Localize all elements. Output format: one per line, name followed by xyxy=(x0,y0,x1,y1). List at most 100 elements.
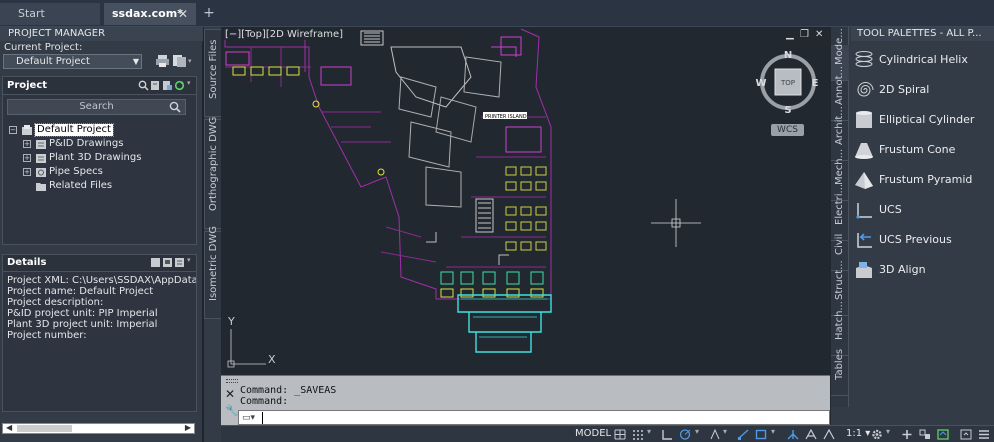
snap-icon[interactable] xyxy=(632,429,644,440)
annotation-scale-icon[interactable] xyxy=(823,429,835,440)
isolate-objects-icon[interactable] xyxy=(919,429,931,440)
tree-item-plant-3d-drawings[interactable]: + Plant 3D Drawings xyxy=(23,152,183,164)
object-snap-dropdown-icon[interactable]: ▾ xyxy=(771,427,783,438)
plus-icon[interactable] xyxy=(901,429,913,440)
current-project-dropdown[interactable]: Default Project ▼ xyxy=(3,54,142,69)
interior-wall xyxy=(321,111,391,143)
print-icon[interactable] xyxy=(155,53,170,68)
grid-icon[interactable] xyxy=(614,429,626,440)
gear-icon[interactable] xyxy=(871,429,883,440)
object-snap-tracking-icon[interactable] xyxy=(737,429,749,440)
expand-icon[interactable]: + xyxy=(23,168,31,176)
details-preview-icon[interactable] xyxy=(162,257,173,268)
details-body: Project XML: C:\Users\SSDAX\AppData\Roa … xyxy=(3,273,196,387)
restore-icon[interactable]: ❐ xyxy=(800,29,809,40)
command-input[interactable]: ▭▾ xyxy=(238,410,830,425)
expand-icon[interactable]: + xyxy=(23,154,31,162)
publish-icon[interactable] xyxy=(172,53,187,68)
tree-label: Related Files xyxy=(49,180,113,191)
core-block xyxy=(435,96,477,143)
tab-source-files[interactable]: Source Files xyxy=(204,29,222,117)
details-history-icon[interactable] xyxy=(174,257,185,268)
hamburger-menu-icon[interactable] xyxy=(978,429,990,440)
tool-frustum-cone[interactable]: Frustum Cone xyxy=(851,137,991,163)
close-tab-icon[interactable]: ✕ xyxy=(176,3,190,25)
current-project-label: Current Project: xyxy=(4,42,83,53)
tool-3d-align[interactable]: 3D Align xyxy=(851,257,991,283)
search-icon[interactable] xyxy=(169,101,181,113)
compass-east: E xyxy=(812,78,819,89)
tool-label: UCS Previous xyxy=(879,233,952,246)
compass-north: N xyxy=(784,50,792,61)
isodraft-dropdown-icon[interactable]: ▾ xyxy=(723,427,735,438)
tool-elliptical-cylinder[interactable]: Elliptical Cylinder xyxy=(851,107,991,133)
hardware-acceleration-icon[interactable] xyxy=(937,429,949,440)
horizontal-scrollbar[interactable]: ◀ ▶ xyxy=(2,423,195,434)
details-view-icon[interactable] xyxy=(150,257,161,268)
tool-label: Frustum Cone xyxy=(879,143,956,156)
search-input[interactable]: Search xyxy=(7,99,186,115)
cone-icon xyxy=(855,143,873,159)
object-snap-icon[interactable] xyxy=(755,429,767,440)
ortho-icon[interactable] xyxy=(661,429,673,440)
project-folder-icon xyxy=(22,125,32,135)
text-caret xyxy=(262,412,263,424)
palette-tab-tables[interactable]: Tables xyxy=(831,349,849,396)
command-prompt-icon[interactable]: ▭▾ xyxy=(242,413,255,423)
drawing-canvas[interactable]: PRINTER ISLAND Y X xyxy=(221,27,831,375)
panel-menu-icon[interactable]: ▾ xyxy=(187,79,198,90)
close-icon[interactable]: ✕ xyxy=(225,387,235,401)
ucs-previous-icon xyxy=(857,233,872,248)
tree-item-related-files[interactable]: Related Files xyxy=(23,180,183,192)
scroll-right-icon[interactable]: ▶ xyxy=(185,423,191,432)
wcs-menu[interactable]: WCS xyxy=(771,124,804,136)
isodraft-icon[interactable] xyxy=(709,429,721,440)
minimize-icon[interactable]: ▁ xyxy=(786,29,794,40)
tab-isometric-dwg[interactable]: Isometric DWG xyxy=(204,226,222,319)
toolbar-dropdown-icon[interactable]: ▾ xyxy=(188,57,192,65)
palette-tab-label: Archit... xyxy=(834,106,845,145)
tool-ucs[interactable]: UCS xyxy=(851,197,991,223)
tool-2d-spiral[interactable]: 2D Spiral xyxy=(851,77,991,103)
refresh-icon[interactable] xyxy=(174,80,185,91)
furniture-row xyxy=(505,206,547,231)
scroll-left-icon[interactable]: ◀ xyxy=(6,423,12,432)
snap-dropdown-icon[interactable]: ▾ xyxy=(647,427,659,438)
viewport-controls-label[interactable]: [−][Top][2D Wireframe] xyxy=(223,29,346,40)
project-manager-title: PROJECT MANAGER xyxy=(0,27,203,41)
wrench-icon[interactable]: 🔧 xyxy=(225,404,239,417)
polar-tracking-icon[interactable] xyxy=(679,429,691,440)
tab-orthographic-dwg[interactable]: Orthographic DWG xyxy=(204,117,222,229)
workspace-dropdown-icon[interactable]: ▾ xyxy=(886,427,898,438)
project-settings-icon[interactable] xyxy=(150,80,161,91)
detail-project-number: Project number: xyxy=(7,330,87,341)
polar-dropdown-icon[interactable]: ▾ xyxy=(695,427,707,438)
tab-start[interactable]: Start xyxy=(0,3,100,25)
tree-item-pipe-specs[interactable]: + Pipe Specs xyxy=(23,166,183,178)
command-line-grip[interactable] xyxy=(226,379,238,383)
tool-cylindrical-helix[interactable]: Cylindrical Helix xyxy=(851,47,991,73)
new-tab-icon[interactable]: + xyxy=(201,6,217,22)
tree-label: Default Project xyxy=(34,123,114,137)
clean-screen-icon[interactable] xyxy=(960,429,972,440)
scrollbar-thumb[interactable] xyxy=(17,425,72,432)
model-space-button[interactable]: MODEL xyxy=(575,428,611,439)
tree-item-default-project[interactable]: − Default Project xyxy=(9,123,169,137)
drawing-folder-icon xyxy=(36,154,46,163)
tool-frustum-pyramid[interactable]: Frustum Pyramid xyxy=(851,167,991,193)
viewcube-face-label: TOP xyxy=(780,79,795,87)
annotation-scale-value[interactable]: 1:1 ▾ xyxy=(846,428,870,439)
status-bar: MODEL ▾ ▾ ▾ ▾ 1:1 ▾ ▾ xyxy=(221,425,994,442)
search-icon[interactable] xyxy=(138,80,149,91)
annotation-visibility-icon[interactable] xyxy=(787,429,799,440)
tool-ucs-previous[interactable]: UCS Previous xyxy=(851,227,991,253)
outer-wall xyxy=(224,28,552,300)
panel-menu-icon[interactable]: ▾ xyxy=(187,256,198,267)
expand-icon[interactable]: + xyxy=(23,140,31,148)
autoscale-icon[interactable] xyxy=(805,429,817,440)
add-drawing-icon[interactable] xyxy=(162,80,173,91)
tree-item-pid-drawings[interactable]: + P&ID Drawings xyxy=(23,138,183,150)
detail-project-name: Project name: Default Project xyxy=(7,286,154,297)
collapse-icon[interactable]: − xyxy=(9,126,17,134)
close-icon[interactable]: ✕ xyxy=(815,29,823,40)
